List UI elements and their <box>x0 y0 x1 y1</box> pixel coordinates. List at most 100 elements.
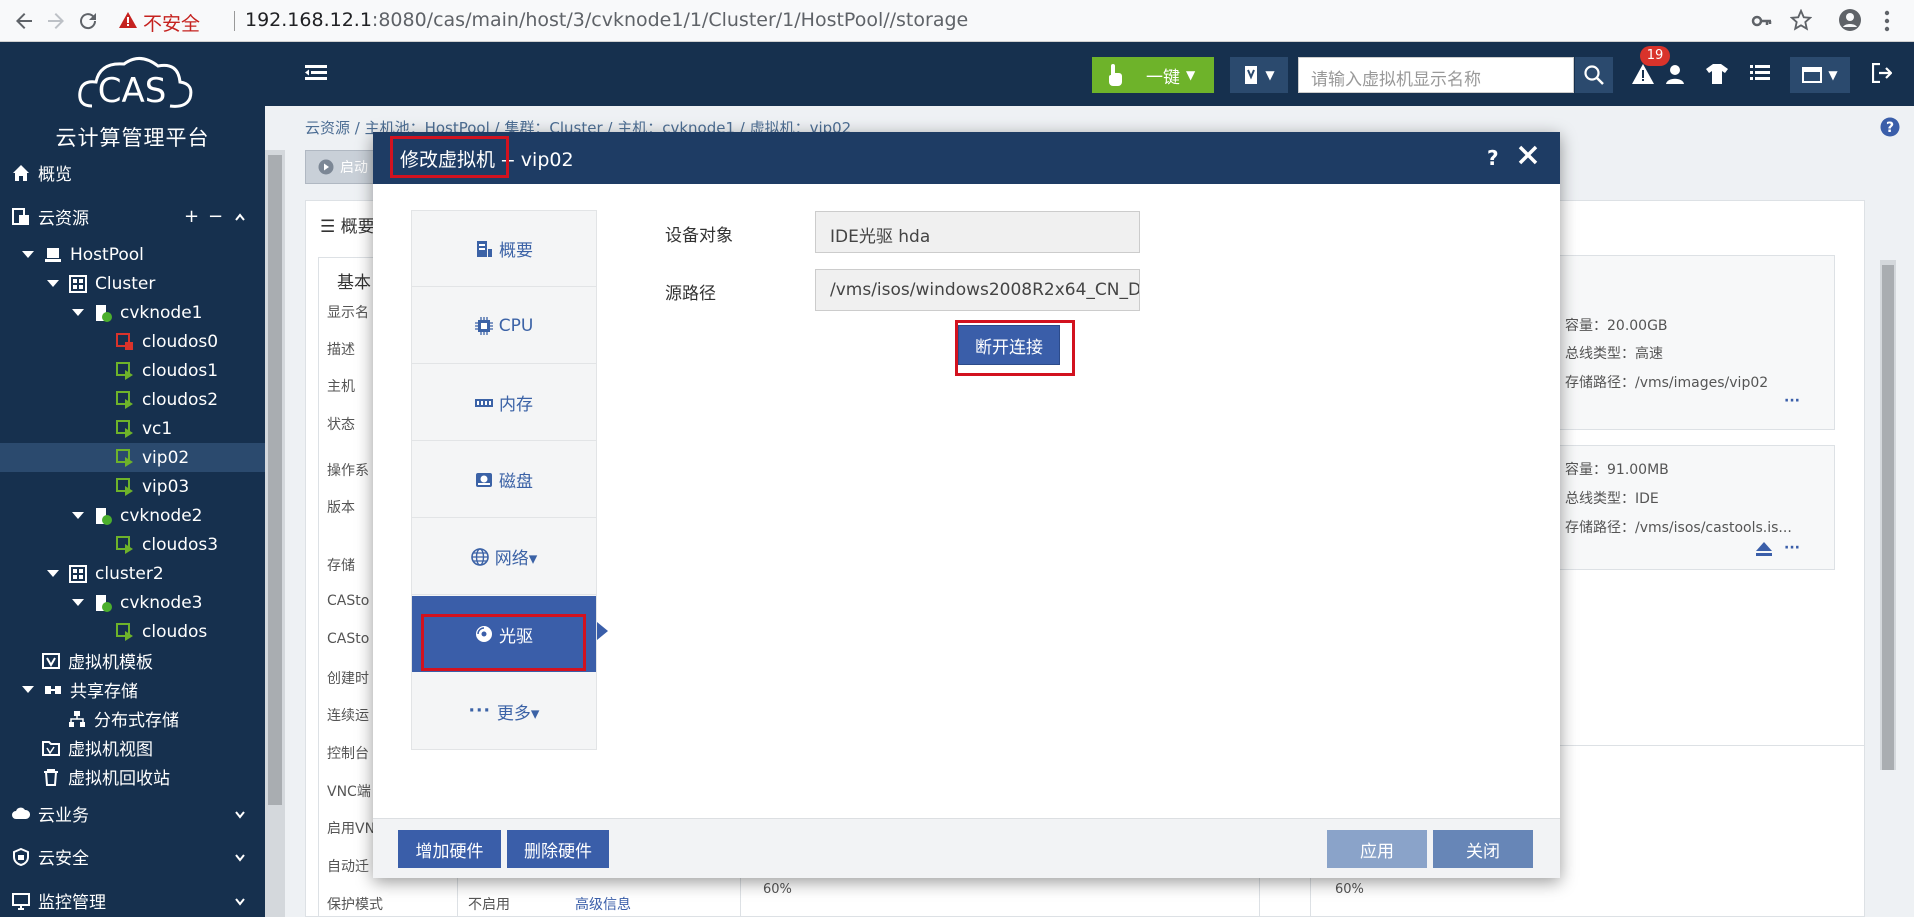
sidebar-item-monitoring[interactable]: 监控管理 <box>0 886 265 915</box>
overview-heading: ☰ 概要 <box>320 217 375 237</box>
tree-node-cloudos0[interactable]: cloudos0 <box>0 327 265 356</box>
tab-label: 概要 <box>499 241 533 261</box>
chevron-up-icon[interactable] <box>234 211 246 223</box>
cluster-icon <box>69 274 87 293</box>
sidebar-item-vm-template[interactable]: 虚拟机模板 <box>0 646 265 675</box>
field-label: 控制台 <box>327 746 369 762</box>
tab-label: 磁盘 <box>499 472 533 492</box>
sidebar-item-distributed-storage[interactable]: 分布式存储 <box>0 704 265 733</box>
tree-label: cloudos3 <box>142 534 219 555</box>
source-path-field[interactable]: /vms/isos/windows2008R2x64_CN_D <box>815 269 1140 311</box>
field-label: CASto <box>327 631 370 647</box>
close-icon[interactable] <box>1515 142 1541 168</box>
back-icon[interactable] <box>12 9 36 33</box>
sidebar-item-recycle-bin[interactable]: 虚拟机回收站 <box>0 762 265 791</box>
cdrom-path: 存储路径：/vms/isos/castools.is... <box>1565 520 1792 536</box>
device-label: 设备对象 <box>665 226 733 246</box>
cluster-icon <box>69 564 87 583</box>
search-button[interactable] <box>1575 57 1613 93</box>
tree-node-cvknode1[interactable]: cvknode1 <box>0 298 265 327</box>
star-icon[interactable] <box>1790 9 1812 31</box>
sidebar-item-overview[interactable]: 概览 <box>0 158 265 187</box>
tab-label: 内存 <box>499 395 533 415</box>
expand-arrow-icon[interactable] <box>72 309 84 316</box>
cdrom-more-icon[interactable]: ··· <box>1784 540 1800 556</box>
caret-down-icon: ▼ <box>1265 68 1275 82</box>
sidebar-item-vm-view[interactable]: 虚拟机视图 <box>0 733 265 762</box>
sidebar-item-cloud-resource[interactable]: 云资源 + − <box>0 202 265 231</box>
close-button[interactable]: 关闭 <box>1433 830 1533 868</box>
browser-toolbar: 不安全 192.168.12.1:8080/cas/main/host/3/cv… <box>0 0 1914 42</box>
alert-icon[interactable] <box>1632 64 1654 84</box>
sidebar-item-label: 虚拟机模板 <box>68 653 153 673</box>
shirt-icon[interactable] <box>1706 64 1728 84</box>
tree-node-cloudos2[interactable]: cloudos2 <box>0 385 265 414</box>
chevron-down-icon[interactable] <box>234 808 246 820</box>
one-key-button[interactable]: 一键 ▼ <box>1092 57 1214 93</box>
tab-more[interactable]: ··· 更多▾ <box>412 673 596 749</box>
expand-arrow-icon[interactable] <box>47 570 59 577</box>
tree-node-vip03[interactable]: vip03 <box>0 472 265 501</box>
sidebar-scroll-thumb[interactable] <box>268 155 282 805</box>
url-path: :8080/cas/main/host/3/cvknode1/1/Cluster… <box>371 9 969 31</box>
tree-node-cloudos3[interactable]: cloudos3 <box>0 530 265 559</box>
expand-arrow-icon[interactable] <box>22 251 34 258</box>
remove-icon[interactable]: − <box>208 206 223 227</box>
expand-arrow-icon[interactable] <box>72 599 84 606</box>
edit-vm-dialog: 修改虚拟机 -- vip02 ? 概要 CPU 内存 磁盘 网络▾ 光驱 ···… <box>373 132 1560 878</box>
tree-node-cvknode2[interactable]: cvknode2 <box>0 501 265 530</box>
tree-node-vc1[interactable]: vc1 <box>0 414 265 443</box>
remove-hardware-button[interactable]: 删除硬件 <box>507 830 609 868</box>
address-bar[interactable]: 192.168.12.1:8080/cas/main/host/3/cvknod… <box>245 9 968 31</box>
add-hardware-button[interactable]: 增加硬件 <box>398 830 501 868</box>
tree-label: cloudos <box>142 621 208 642</box>
advanced-info-link[interactable]: 高级信息 <box>575 894 631 914</box>
profile-icon[interactable] <box>1838 8 1862 32</box>
sidebar-item-cloud-security[interactable]: 云安全 <box>0 842 265 871</box>
sidebar-item-label: 监控管理 <box>38 893 106 913</box>
expand-arrow-icon[interactable] <box>22 686 34 693</box>
expand-arrow-icon[interactable] <box>72 512 84 519</box>
apply-button[interactable]: 应用 <box>1327 830 1427 868</box>
tab-network[interactable]: 网络▾ <box>412 519 596 595</box>
sidebar-toggle-icon[interactable] <box>305 64 327 82</box>
view-dropdown[interactable]: ▼ <box>1790 57 1850 93</box>
vm-search-input[interactable]: 请输入虚拟机显示名称 <box>1298 57 1574 93</box>
sidebar-item-shared-storage[interactable]: 共享存储 <box>0 675 265 704</box>
tree-node-cluster[interactable]: Cluster <box>0 269 265 298</box>
list-icon[interactable] <box>1750 64 1770 82</box>
field-label: 状态 <box>327 417 355 433</box>
tree-node-cluster2[interactable]: cluster2 <box>0 559 265 588</box>
tree-node-cloudos1[interactable]: cloudos1 <box>0 356 265 385</box>
filter-dropdown[interactable]: ▼ <box>1230 57 1288 93</box>
tree-node-cloudos[interactable]: cloudos <box>0 617 265 646</box>
tab-cpu[interactable]: CPU <box>412 288 596 364</box>
tab-memory[interactable]: 内存 <box>412 365 596 441</box>
tree-node-hostpool[interactable]: HostPool <box>0 240 265 269</box>
page-scroll-thumb[interactable] <box>1882 265 1894 770</box>
user-icon[interactable] <box>1665 64 1685 84</box>
tree-node-vip02[interactable]: vip02 <box>0 443 265 472</box>
page-help-icon[interactable]: ? <box>1880 117 1900 137</box>
eject-icon[interactable] <box>1756 542 1772 556</box>
sidebar-item-cloud-business[interactable]: 云业务 <box>0 799 265 828</box>
sidebar-item-label: 分布式存储 <box>94 711 179 731</box>
tab-disk[interactable]: 磁盘 <box>412 442 596 518</box>
chevron-down-icon[interactable] <box>234 895 246 907</box>
chevron-down-icon[interactable] <box>234 851 246 863</box>
key-icon[interactable] <box>1751 11 1773 31</box>
expand-arrow-icon[interactable] <box>47 280 59 287</box>
sidebar-item-label: 概览 <box>38 165 72 185</box>
globe-icon <box>470 547 489 566</box>
reload-icon[interactable] <box>76 9 100 33</box>
tree-node-cvknode3[interactable]: cvknode3 <box>0 588 265 617</box>
logout-icon[interactable] <box>1872 63 1892 83</box>
tab-overview[interactable]: 概要 <box>412 211 596 287</box>
menu-dots-icon[interactable] <box>1884 9 1890 33</box>
dialog-help-icon[interactable]: ? <box>1487 146 1499 170</box>
forward-icon[interactable] <box>44 9 68 33</box>
tree-label: cloudos1 <box>142 360 219 381</box>
disk1-more-icon[interactable]: ··· <box>1784 393 1800 409</box>
play-icon <box>318 159 334 175</box>
add-icon[interactable]: + <box>184 206 199 227</box>
